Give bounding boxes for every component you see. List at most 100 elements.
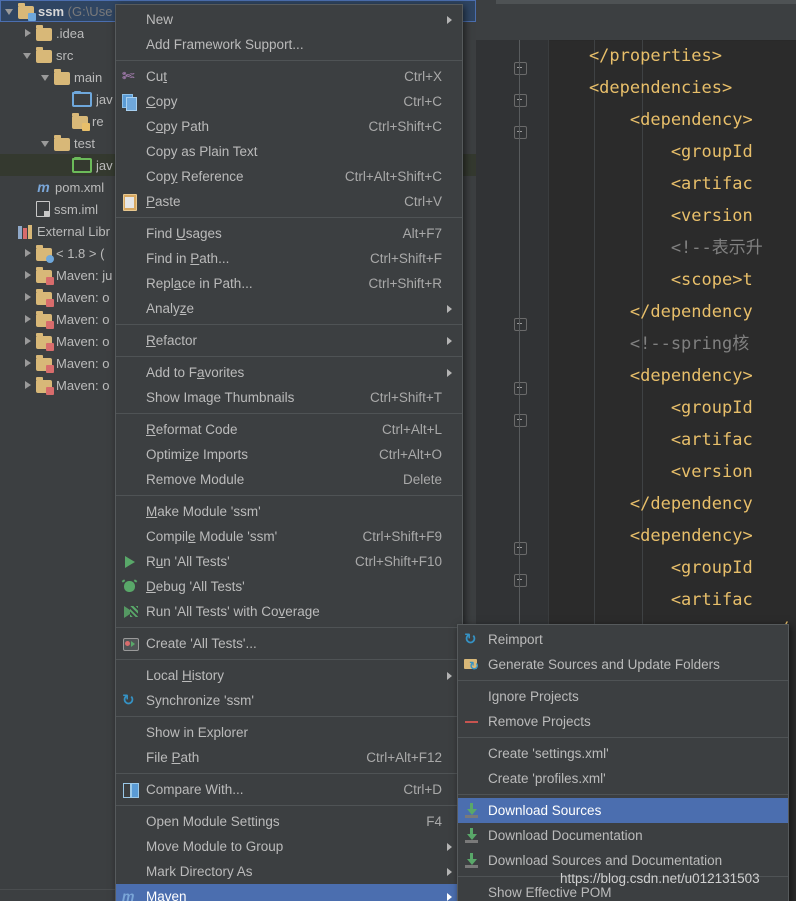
menu-item-icon [116, 745, 144, 770]
menu-item-add-framework-support[interactable]: Add Framework Support... [116, 32, 462, 57]
menu-item-label: Reimport [488, 632, 750, 647]
twisty-spacer [58, 88, 72, 110]
menu-item-paste[interactable]: PasteCtrl+V [116, 189, 462, 214]
twisty-collapsed-icon[interactable] [22, 242, 36, 264]
submenu-arrow-icon [442, 777, 452, 802]
fold-marker[interactable] [514, 542, 527, 555]
menu-item-make-module-ssm[interactable]: Make Module 'ssm' [116, 499, 462, 524]
menu-item-cut[interactable]: ✄CutCtrl+X [116, 64, 462, 89]
fold-marker[interactable] [514, 126, 527, 139]
maven-item-reimport[interactable]: ↻Reimport [458, 627, 788, 652]
menu-item-run-all-tests-with-coverage[interactable]: Run 'All Tests' with Coverage [116, 599, 462, 624]
menu-item-compile-module-ssm[interactable]: Compile Module 'ssm'Ctrl+Shift+F9 [116, 524, 462, 549]
maven-submenu[interactable]: ↻Reimport↻Generate Sources and Update Fo… [457, 624, 789, 901]
twisty-collapsed-icon[interactable] [22, 330, 36, 352]
menu-item-run-all-tests[interactable]: Run 'All Tests'Ctrl+Shift+F10 [116, 549, 462, 574]
twisty-collapsed-icon[interactable] [22, 374, 36, 396]
menu-item-optimize-imports[interactable]: Optimize ImportsCtrl+Alt+O [116, 442, 462, 467]
project-context-menu[interactable]: NewAdd Framework Support...✄CutCtrl+XCop… [115, 4, 463, 901]
maven-item-create-profiles-xml[interactable]: Create 'profiles.xml' [458, 766, 788, 791]
maven-item-ignore-projects[interactable]: Ignore Projects [458, 684, 788, 709]
twisty-expanded-icon[interactable] [40, 66, 54, 88]
twisty-collapsed-icon[interactable] [22, 308, 36, 330]
menu-item-copy-reference[interactable]: Copy ReferenceCtrl+Alt+Shift+C [116, 164, 462, 189]
menu-item-shortcut: Ctrl+Shift+R [350, 276, 442, 291]
code-line: <groupId [548, 392, 796, 424]
twisty-collapsed-icon[interactable] [22, 352, 36, 374]
maven-item-create-settings-xml[interactable]: Create 'settings.xml' [458, 741, 788, 766]
menu-item-shortcut: Delete [385, 472, 442, 487]
menu-item-shortcut: Ctrl+Shift+F9 [344, 529, 442, 544]
menu-item-label: New [146, 12, 424, 27]
menu-item-move-module-to-group[interactable]: Move Module to Group [116, 834, 462, 859]
menu-item-analyze[interactable]: Analyze [116, 296, 462, 321]
twisty-collapsed-icon[interactable] [22, 286, 36, 308]
submenu-arrow-icon [442, 834, 452, 859]
menu-item-find-in-path[interactable]: Find in Path...Ctrl+Shift+F [116, 246, 462, 271]
menu-item-find-usages[interactable]: Find UsagesAlt+F7 [116, 221, 462, 246]
menu-item-icon [458, 709, 486, 734]
twisty-collapsed-icon[interactable] [22, 22, 36, 44]
menu-item-icon [458, 848, 486, 873]
menu-item-file-path[interactable]: File PathCtrl+Alt+F12 [116, 745, 462, 770]
paste-clipboard-icon [122, 193, 139, 210]
fold-marker[interactable] [514, 382, 527, 395]
menu-item-open-module-settings[interactable]: Open Module SettingsF4 [116, 809, 462, 834]
menu-item-icon [116, 834, 144, 859]
menu-item-reformat-code[interactable]: Reformat CodeCtrl+Alt+L [116, 417, 462, 442]
code-line: <dependency> [548, 360, 796, 392]
editor-tab-strip[interactable] [476, 0, 796, 41]
twisty-collapsed-icon[interactable] [22, 264, 36, 286]
fold-marker[interactable] [514, 318, 527, 331]
fold-marker[interactable] [514, 574, 527, 587]
submenu-arrow-icon [442, 720, 452, 745]
menu-item-compare-with[interactable]: Compare With...Ctrl+D [116, 777, 462, 802]
menu-item-mark-directory-as[interactable]: Mark Directory As [116, 859, 462, 884]
fold-marker[interactable] [514, 62, 527, 75]
menu-item-icon [116, 7, 144, 32]
menu-item-label: Replace in Path... [146, 276, 350, 291]
maven-item-download-sources-and-documentation[interactable]: Download Sources and Documentation [458, 848, 788, 873]
menu-item-maven[interactable]: mMaven [116, 884, 462, 901]
menu-item-show-in-explorer[interactable]: Show in Explorer [116, 720, 462, 745]
menu-item-shortcut: Ctrl+Alt+O [361, 447, 442, 462]
menu-item-icon [116, 809, 144, 834]
menu-item-create-all-tests[interactable]: Create 'All Tests'... [116, 631, 462, 656]
menu-item-copy-path[interactable]: Copy PathCtrl+Shift+C [116, 114, 462, 139]
menu-item-icon [116, 499, 144, 524]
maven-item-show-effective-pom[interactable]: Show Effective POM [458, 880, 788, 901]
submenu-arrow-icon [768, 627, 778, 652]
menu-item-icon [116, 221, 144, 246]
twisty-expanded-icon[interactable] [22, 44, 36, 66]
menu-item-show-image-thumbnails[interactable]: Show Image ThumbnailsCtrl+Shift+T [116, 385, 462, 410]
tree-item-label: Maven: o [56, 356, 109, 371]
folder-icon [54, 72, 70, 85]
menu-item-label: Paste [146, 194, 386, 209]
menu-item-debug-all-tests[interactable]: Debug 'All Tests' [116, 574, 462, 599]
fold-marker[interactable] [514, 414, 527, 427]
maven-item-generate-sources-and-update-folders[interactable]: ↻Generate Sources and Update Folders [458, 652, 788, 677]
maven-item-download-documentation[interactable]: Download Documentation [458, 823, 788, 848]
fold-marker[interactable] [514, 94, 527, 107]
twisty-expanded-icon[interactable] [40, 132, 54, 154]
menu-item-copy-as-plain-text[interactable]: Copy as Plain Text [116, 139, 462, 164]
menu-item-label: Run 'All Tests' with Coverage [146, 604, 424, 619]
menu-item-label: Optimize Imports [146, 447, 361, 462]
menu-item-new[interactable]: New [116, 7, 462, 32]
maven-item-download-sources[interactable]: Download Sources [458, 798, 788, 823]
maven-item-remove-projects[interactable]: Remove Projects [458, 709, 788, 734]
menu-item-label: Copy Path [146, 119, 350, 134]
menu-item-refactor[interactable]: Refactor [116, 328, 462, 353]
menu-item-copy[interactable]: CopyCtrl+C [116, 89, 462, 114]
copy-icon [122, 93, 139, 110]
twisty-expanded-icon[interactable] [4, 0, 18, 22]
submenu-arrow-icon [768, 823, 778, 848]
submenu-arrow-icon [442, 296, 452, 321]
menu-item-replace-in-path[interactable]: Replace in Path...Ctrl+Shift+R [116, 271, 462, 296]
menu-item-add-to-favorites[interactable]: Add to Favorites [116, 360, 462, 385]
menu-item-remove-module[interactable]: Remove ModuleDelete [116, 467, 462, 492]
tree-item-label: Maven: o [56, 334, 109, 349]
menu-item-local-history[interactable]: Local History [116, 663, 462, 688]
menu-item-label: Show Effective POM [488, 885, 750, 900]
menu-item-synchronize-ssm[interactable]: ↻Synchronize 'ssm' [116, 688, 462, 713]
